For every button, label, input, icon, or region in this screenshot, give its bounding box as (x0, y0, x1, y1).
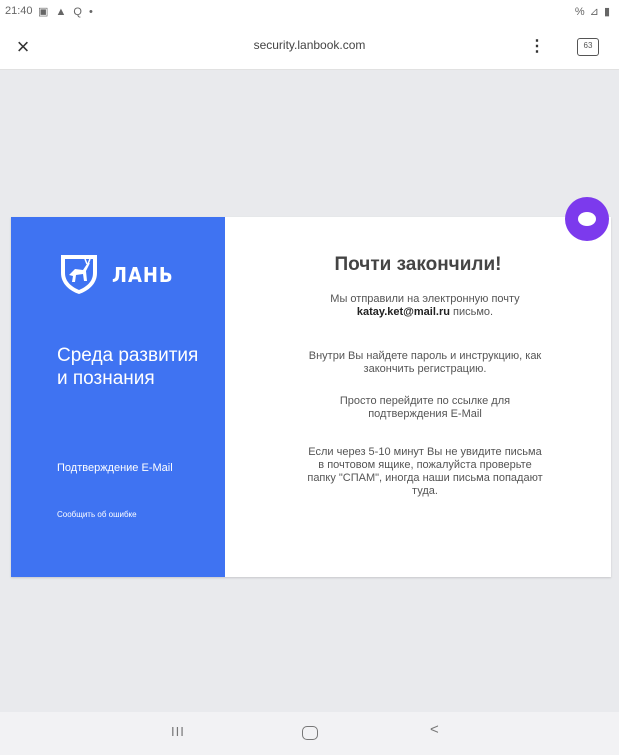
notification-icons: ▣ ▲ Q • (38, 6, 95, 18)
browser-toolbar: × security.lanbook.com ⋮ 63 (0, 24, 619, 70)
sent-message-text: Мы отправили на электронную почту katay.… (305, 293, 545, 319)
page-title: Почти закончили! (334, 254, 502, 275)
report-error-link[interactable]: Сообщить об ошибке (57, 510, 207, 520)
back-button[interactable]: < (430, 721, 439, 738)
email-confirmation-link[interactable]: Подтверждение E-Mail (57, 462, 207, 475)
slogan: Среда развития и познания (57, 345, 199, 389)
confirm-link-instructions-text: Просто перейдите по ссылке для подтвержд… (339, 395, 511, 420)
user-email: katay.ket@mail.ru (356, 306, 450, 318)
android-navigation-bar: III < (0, 712, 619, 755)
url-bar[interactable]: security.lanbook.com (0, 38, 619, 52)
tab-switcher-button[interactable]: 63 (577, 38, 599, 56)
recent-apps-button[interactable]: III (171, 724, 185, 739)
signal-battery-icons: % ⊿ ▮ (574, 6, 611, 18)
sent-message-prefix: Мы отправили на электронную почту (330, 293, 520, 305)
browser-menu-button[interactable]: ⋮ (528, 36, 546, 58)
logo-text: ЛАНЬ (112, 263, 174, 287)
sent-message-suffix: письмо. (449, 306, 494, 318)
message-content: Почти закончили! Мы отправили на электро… (225, 217, 611, 577)
confirmation-card: ЛАНЬ Среда развития и познания Подтвержд… (11, 217, 611, 577)
status-time: 21:40 (5, 5, 33, 17)
spam-folder-notice: Если через 5-10 минут Вы не увидите пись… (307, 446, 543, 497)
home-button[interactable] (302, 726, 318, 740)
alice-assistant-button[interactable] (565, 197, 609, 241)
lan-logo[interactable]: ЛАНЬ (57, 251, 187, 295)
brand-panel: ЛАНЬ Среда развития и познания Подтвержд… (11, 217, 225, 577)
password-instructions-text: Внутри Вы найдете пароль и инструкцию, к… (308, 350, 542, 375)
deer-shield-icon (61, 255, 97, 294)
alice-assistant-icon (578, 212, 596, 226)
status-bar: 21:40 ▣ ▲ Q • % ⊿ ▮ (0, 0, 619, 24)
